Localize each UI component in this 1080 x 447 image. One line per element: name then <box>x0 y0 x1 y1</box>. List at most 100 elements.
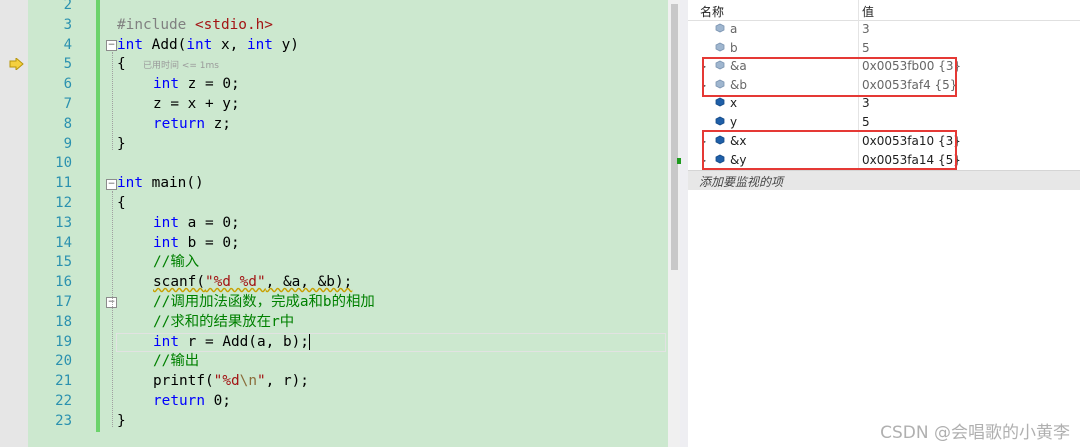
line-number: 13 <box>55 214 72 231</box>
comment: //输入 <box>153 254 200 271</box>
keyword: return <box>153 115 205 132</box>
code-text: z; <box>204 115 231 132</box>
line-number: 15 <box>55 254 72 271</box>
code-text: b = 0; <box>179 234 240 251</box>
keyword: int <box>186 36 213 53</box>
keyword: int <box>117 175 143 192</box>
watch-value[interactable]: 5 <box>862 41 870 55</box>
code-text: r = Add(a, b); <box>179 333 309 350</box>
code-line-19[interactable]: int r = Add(a, b); <box>153 333 310 353</box>
code-line-6[interactable]: int z = 0; <box>153 75 240 95</box>
fold-guide <box>112 52 114 150</box>
code-text: , &a, &b); <box>265 274 353 291</box>
fold-toggle-icon[interactable]: − <box>106 40 117 51</box>
line-number: 14 <box>55 234 72 251</box>
code-line-16[interactable]: scanf("%d %d", &a, &b); <box>153 273 352 293</box>
variable-icon <box>715 42 725 52</box>
code-line-4[interactable]: int Add(int x, int y) <box>117 36 299 56</box>
line-number: 12 <box>55 195 72 211</box>
comment: //调用加法函数，完成a和b的相加 <box>153 294 375 310</box>
line-number: 9 <box>63 135 72 152</box>
code-editor[interactable]: 2 3 4 5 6 7 8 9 10 11 12 13 14 15 16 17 … <box>0 0 668 447</box>
keyword: int <box>153 333 179 350</box>
scrollbar-thumb[interactable] <box>671 4 678 270</box>
code-text: x, <box>212 36 247 53</box>
keyword: return <box>153 393 205 409</box>
code-line-7[interactable]: z = x + y; <box>153 95 240 115</box>
code-text: z = 0; <box>179 76 240 93</box>
line-number: 2 <box>63 0 72 13</box>
format-string: "%d %d" <box>204 274 266 291</box>
watch-name: x <box>730 96 738 110</box>
variable-icon <box>715 97 725 107</box>
code-text: y) <box>272 36 299 53</box>
watch-window[interactable]: 名称 值 a 3 b 5 ▸ &a 0x0053fb00 {3} ▸ &b 0x… <box>688 0 1080 447</box>
code-line-14[interactable]: int b = 0; <box>153 234 240 254</box>
add-watch-row[interactable]: 添加要监视的项 <box>688 170 1080 190</box>
line-number: 6 <box>63 76 72 93</box>
code-line-3[interactable]: #include <stdio.h> <box>117 16 273 36</box>
watch-value[interactable]: 3 <box>862 96 870 110</box>
line-number: 19 <box>55 333 72 350</box>
format-string: " <box>256 373 266 390</box>
scroll-marker <box>677 158 681 164</box>
code-line-20[interactable]: //输出 <box>153 352 199 372</box>
line-number: 4 <box>63 36 72 53</box>
code-line-15[interactable]: //输入 <box>153 253 199 273</box>
code-line-17[interactable]: //调用加法函数，完成a和b的相加 <box>153 293 375 313</box>
include-header: <stdio.h> <box>194 16 273 33</box>
line-number: 10 <box>55 155 72 172</box>
keyword: int <box>153 214 179 231</box>
perftip-elapsed-time[interactable]: 已用时间 <= 1ms <box>143 61 219 71</box>
fold-toggle-icon[interactable]: − <box>106 179 117 190</box>
code-line-12[interactable]: { <box>117 194 126 214</box>
code-text: , r); <box>265 373 309 390</box>
line-number: 11 <box>55 175 72 192</box>
code-line-11[interactable]: int main() <box>117 174 204 194</box>
keyword: int <box>153 234 179 251</box>
code-line-8[interactable]: return z; <box>153 115 231 135</box>
watch-value[interactable]: 3 <box>862 22 870 36</box>
watch-row[interactable]: a 3 <box>688 20 1080 39</box>
code-line-21[interactable]: printf("%d\n", r); <box>153 372 309 392</box>
watch-name: a <box>730 22 738 36</box>
value-column-header[interactable]: 值 <box>862 3 874 20</box>
comment: //求和的结果放在r中 <box>153 313 295 330</box>
code-line-18[interactable]: //求和的结果放在r中 <box>153 313 294 333</box>
variable-icon <box>715 116 725 126</box>
code-line-9[interactable]: } <box>117 135 126 155</box>
watermark: CSDN @会唱歌的小黄李 <box>880 423 1070 443</box>
change-tracking-bar <box>96 0 100 432</box>
code-text: } <box>117 135 126 152</box>
code-text: main() <box>143 175 204 192</box>
format-string: "%d <box>213 373 240 390</box>
code-text: } <box>117 412 126 429</box>
code-line-23[interactable]: } <box>117 412 126 432</box>
current-statement-arrow-icon <box>9 58 24 70</box>
code-text: z = x + y; <box>153 96 240 112</box>
name-column-header[interactable]: 名称 <box>700 3 724 20</box>
preprocessor-directive: #include <box>117 16 195 33</box>
variable-icon <box>715 23 725 33</box>
line-number: 3 <box>63 16 72 33</box>
line-number: 7 <box>63 96 72 112</box>
keyword: int <box>117 36 143 53</box>
watch-value[interactable]: 5 <box>862 115 870 129</box>
add-watch-placeholder[interactable]: 添加要监视的项 <box>699 173 783 190</box>
watch-header: 名称 值 <box>688 0 1080 21</box>
line-number: 18 <box>55 313 72 330</box>
keyword: int <box>246 36 273 53</box>
code-text: Add( <box>143 36 187 53</box>
line-number: 17 <box>55 294 72 310</box>
pane-splitter[interactable] <box>680 0 688 447</box>
code-line-5[interactable]: { 已用时间 <= 1ms <box>117 55 219 75</box>
watch-row[interactable]: b 5 <box>688 39 1080 58</box>
code-line-22[interactable]: return 0; <box>153 392 231 412</box>
line-number: 16 <box>55 274 72 291</box>
keyword: int <box>153 76 179 93</box>
comment: //输出 <box>153 353 200 370</box>
function-call: printf( <box>153 373 214 390</box>
code-line-13[interactable]: int a = 0; <box>153 214 240 234</box>
code-text: { <box>117 195 126 211</box>
annotation-highlight-box <box>702 57 957 97</box>
